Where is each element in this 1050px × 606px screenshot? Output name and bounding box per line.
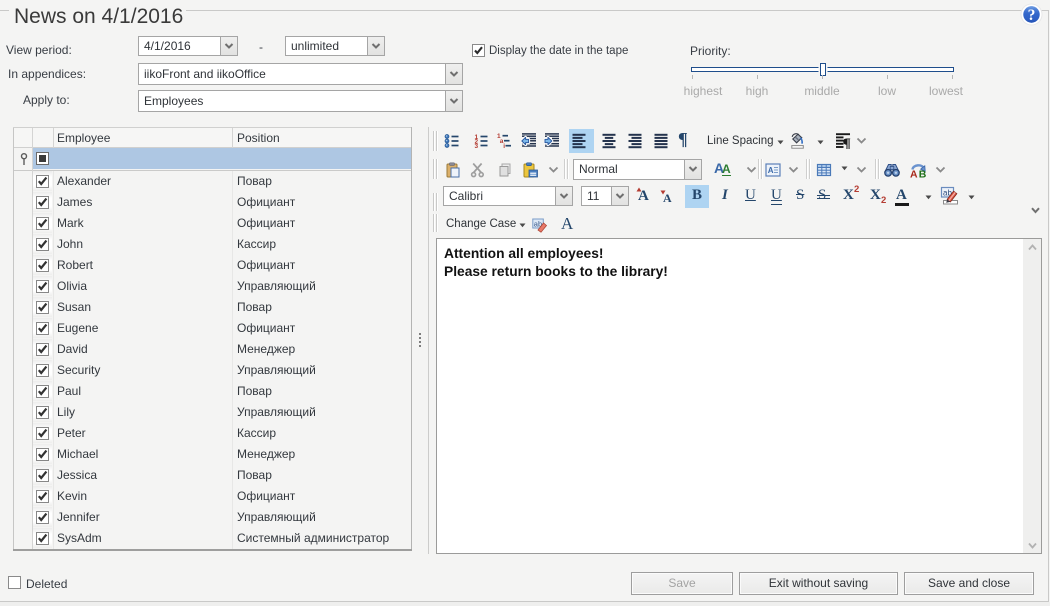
svg-text:i: i (503, 143, 505, 149)
svg-text:A: A (910, 169, 918, 179)
svg-text:¶: ¶ (843, 136, 851, 149)
svg-text:?: ? (1028, 7, 1036, 24)
svg-text:3: 3 (475, 143, 479, 149)
svg-text:A: A (768, 166, 774, 175)
svg-text:B: B (919, 169, 927, 179)
